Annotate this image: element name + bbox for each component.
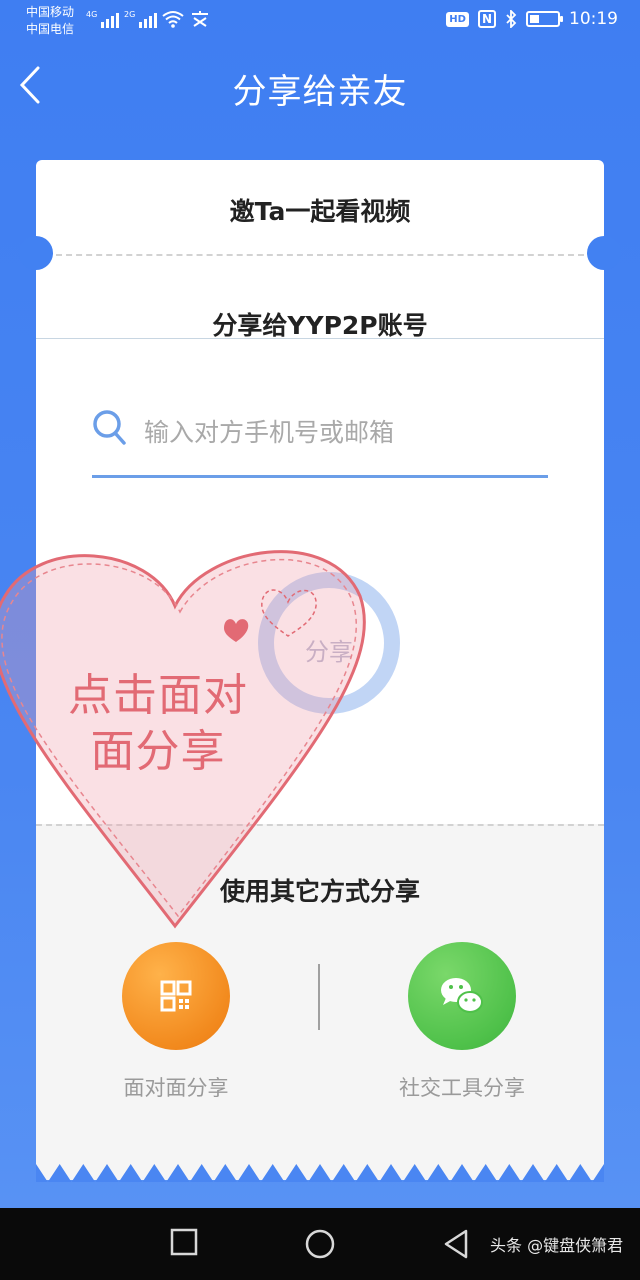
face-to-face-share-button[interactable]: 面对面分享 xyxy=(76,942,276,1102)
social-icon-circle xyxy=(408,942,516,1050)
watermark: 头条 @键盘侠箫君 xyxy=(490,1236,624,1255)
status-time: 10:19 xyxy=(569,9,618,29)
social-share-button[interactable]: 社交工具分享 xyxy=(362,942,562,1102)
share-button[interactable]: 分享 xyxy=(258,572,400,714)
page-title: 分享给亲友 xyxy=(232,72,408,112)
wechat-icon xyxy=(441,978,483,1013)
status-bar: 中国移动 中国电信 4G 2G HD N 10:19 xyxy=(0,0,640,44)
face-to-face-icon-circle xyxy=(122,942,230,1050)
section-divider xyxy=(36,338,604,339)
search-icon xyxy=(93,410,126,445)
ticket-notch-left xyxy=(19,236,53,270)
other-share-panel: 使用其它方式分享 面对面分享 社交工具分享 xyxy=(36,824,604,1180)
network-type-1: 4G xyxy=(86,10,98,19)
battery-icon xyxy=(526,11,563,27)
back-triangle-icon[interactable] xyxy=(442,1228,470,1260)
phone-email-input[interactable] xyxy=(144,402,544,462)
ticket-zigzag-edge xyxy=(36,1164,604,1182)
carrier-2: 中国电信 xyxy=(26,22,75,36)
wifi-icon xyxy=(162,11,184,28)
sticker-line-2: 面分享 xyxy=(90,726,226,777)
status-right: HD N 10:19 xyxy=(446,9,618,29)
search-field xyxy=(92,402,548,478)
bluetooth-icon xyxy=(506,10,517,28)
signal-icon: 2G xyxy=(124,10,158,28)
invite-title: 邀Ta一起看视频 xyxy=(229,197,411,226)
nfc-icon: N xyxy=(477,10,496,28)
data-saver-icon xyxy=(192,11,208,27)
qr-code-icon xyxy=(160,980,192,1012)
recents-square-icon[interactable] xyxy=(170,1228,198,1256)
face-to-face-label: 面对面分享 xyxy=(123,1076,229,1100)
share-button-label: 分享 xyxy=(305,638,353,666)
carrier-labels: 中国移动 中国电信 xyxy=(26,4,74,38)
social-share-label: 社交工具分享 xyxy=(399,1076,525,1100)
carrier-1: 中国移动 xyxy=(26,5,75,19)
ticket-notch-right xyxy=(587,236,621,270)
home-circle-icon[interactable] xyxy=(304,1228,336,1260)
signal-icon: 4G xyxy=(86,10,120,28)
header: 分享给亲友 xyxy=(0,50,640,120)
sticker-caption: 点击面对 面分享 xyxy=(56,668,260,780)
system-nav-bar: 头条 @键盘侠箫君 xyxy=(0,1208,640,1280)
share-account-title: 分享给YYP2P账号 xyxy=(212,311,428,340)
options-divider xyxy=(318,964,320,1030)
sticker-line-1: 点击面对 xyxy=(68,670,248,721)
ticket-divider xyxy=(56,254,584,256)
network-type-2: 2G xyxy=(124,10,136,19)
other-methods-title: 使用其它方式分享 xyxy=(219,877,420,906)
hd-icon: HD xyxy=(446,11,469,27)
